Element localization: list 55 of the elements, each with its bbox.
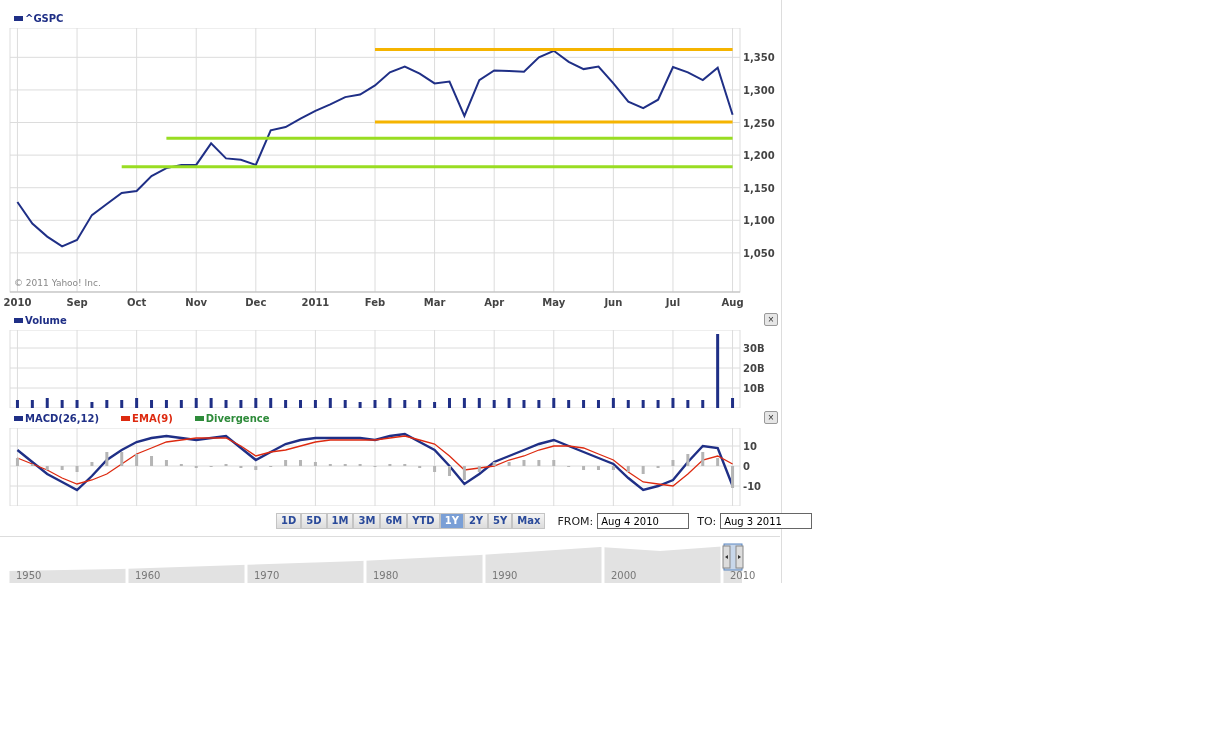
range-button[interactable]: 6M: [380, 513, 408, 529]
y-axis-label: 10: [743, 441, 757, 452]
copyright-text: © 2011 Yahoo! Inc.: [14, 278, 101, 288]
legend-label: Volume: [25, 314, 67, 326]
x-axis-label: Dec: [245, 297, 267, 308]
y-axis-label: 30B: [743, 343, 765, 354]
to-date-field[interactable]: Aug 3 2011: [720, 513, 813, 529]
x-axis-label: Apr: [484, 297, 505, 308]
x-axis-label: Feb: [364, 297, 386, 308]
y-axis-label: -10: [743, 481, 762, 492]
decade-label: 1990: [492, 570, 518, 581]
y-axis-label: 1,100: [743, 215, 775, 227]
decade-label: 1970: [254, 570, 280, 581]
x-axis-label: 2010: [3, 297, 32, 308]
y-axis-label: 10B: [743, 383, 765, 394]
decade-label: 1950: [16, 570, 42, 581]
y-axis-label: 1,350: [743, 52, 775, 64]
decade-label: 1960: [135, 570, 161, 581]
y-axis-label: 1,150: [743, 182, 775, 194]
y-axis-label: 1,050: [743, 247, 775, 259]
y-axis-label: 1,200: [743, 150, 775, 162]
from-label: FROM:: [557, 514, 594, 528]
range-button[interactable]: 5D: [301, 513, 327, 529]
range-button[interactable]: Max: [512, 513, 546, 529]
range-button[interactable]: 5Y: [488, 513, 513, 529]
range-button[interactable]: 2Y: [463, 513, 489, 529]
x-axis-label: Sep: [66, 297, 88, 308]
to-label: TO:: [697, 514, 717, 528]
range-button[interactable]: 1M: [326, 513, 354, 529]
timeline-navigator[interactable]: 1950 1960 1970 1980 1990 2000 2010: [0, 536, 780, 583]
legend-label: Divergence: [205, 412, 270, 424]
decade-label: 2000: [611, 570, 637, 581]
decade-label: 2010: [730, 570, 756, 581]
x-axis-label: Aug: [721, 297, 744, 308]
legend-label: ^GSPC: [25, 12, 64, 24]
from-date-field[interactable]: Aug 4 2010: [597, 513, 690, 529]
x-axis-label: 2011: [301, 297, 330, 308]
y-axis-label: 0: [743, 461, 750, 472]
y-axis-label: 1,250: [743, 117, 775, 129]
x-axis-label: Nov: [185, 297, 208, 308]
close-button[interactable]: ×: [764, 411, 778, 424]
range-button[interactable]: YTD: [407, 513, 440, 529]
y-axis-label: 20B: [743, 363, 765, 374]
x-axis-label: Jun: [604, 297, 623, 308]
decade-label: 1980: [373, 570, 399, 581]
legend-label: MACD(26,12): [25, 412, 100, 424]
x-axis-label: Oct: [127, 297, 147, 308]
close-button[interactable]: ×: [764, 313, 778, 326]
legend-label: EMA(9): [132, 412, 173, 424]
x-axis-label: Jul: [665, 297, 681, 308]
range-button[interactable]: 1D: [276, 513, 302, 529]
x-axis-label: May: [542, 297, 566, 308]
range-button[interactable]: 3M: [353, 513, 381, 529]
x-axis-label: Mar: [423, 297, 446, 308]
y-axis-label: 1,300: [743, 84, 775, 96]
